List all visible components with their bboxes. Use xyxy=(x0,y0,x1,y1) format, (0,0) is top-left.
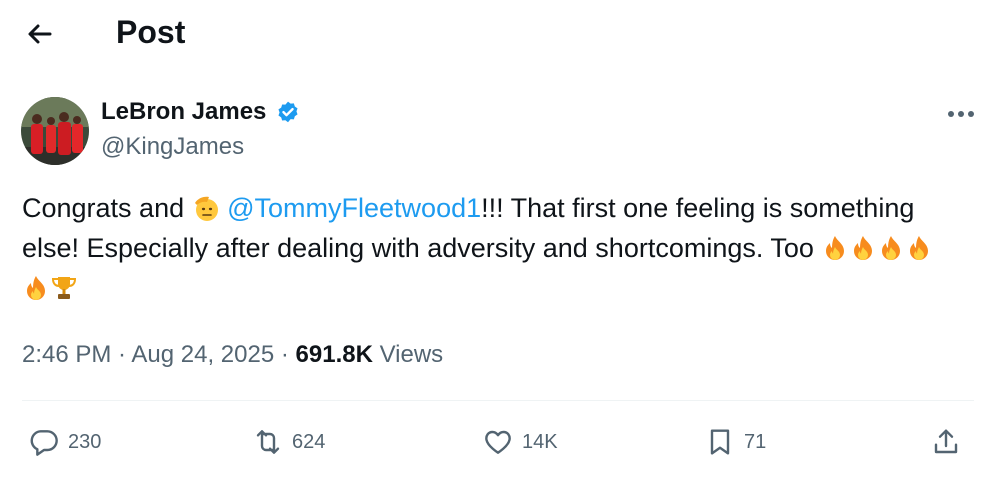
fire-emoji-icon xyxy=(22,273,50,301)
repost-icon xyxy=(252,426,284,458)
fire-emoji-icon xyxy=(821,233,849,261)
mention-link[interactable]: @TommyFleetwood1 xyxy=(227,193,481,223)
post-meta: 2:46 PM · Aug 24, 2025 · 691.8K Views xyxy=(22,339,443,371)
back-arrow-icon[interactable] xyxy=(22,16,58,52)
fire-emoji-icon xyxy=(849,233,877,261)
top-bar: Post xyxy=(0,0,1000,64)
trophy-emoji-icon xyxy=(50,273,78,301)
meta-separator: · xyxy=(111,341,132,368)
fire-emoji-icon xyxy=(905,233,933,261)
repost-count: 624 xyxy=(292,430,326,453)
share-icon xyxy=(930,426,962,458)
bookmark-button[interactable]: 71 xyxy=(704,420,766,464)
avatar[interactable] xyxy=(21,97,89,165)
tweet-text-part: Congrats and xyxy=(22,193,192,223)
like-button[interactable]: 14K xyxy=(482,420,558,464)
fire-emoji-icon xyxy=(877,233,905,261)
divider xyxy=(22,400,974,401)
share-button[interactable] xyxy=(930,420,962,464)
saluting-face-emoji-icon xyxy=(192,193,220,221)
reply-count: 230 xyxy=(68,430,102,453)
page-title: Post xyxy=(116,14,186,50)
like-count: 14K xyxy=(522,430,558,453)
bookmark-count: 71 xyxy=(744,430,767,453)
verified-badge-icon xyxy=(275,100,301,126)
reply-button[interactable]: 230 xyxy=(28,420,101,464)
tweet-text: Congrats and @TommyFleetwood1!!! That fi… xyxy=(22,188,952,308)
post-date[interactable]: Aug 24, 2025 xyxy=(131,341,274,368)
views-label: Views xyxy=(379,341,444,368)
heart-icon xyxy=(482,426,514,458)
bookmark-icon xyxy=(704,426,736,458)
author-handle[interactable]: @KingJames xyxy=(101,131,244,163)
author-name[interactable]: LeBron James xyxy=(101,95,266,129)
views-count: 691.8K xyxy=(295,341,373,368)
post-time[interactable]: 2:46 PM xyxy=(22,341,111,368)
meta-separator: · xyxy=(274,341,296,368)
repost-button[interactable]: 624 xyxy=(252,420,325,464)
reply-icon xyxy=(28,426,60,458)
more-options-icon[interactable] xyxy=(944,103,978,125)
action-bar: 230 624 14K 71 xyxy=(0,420,1000,464)
